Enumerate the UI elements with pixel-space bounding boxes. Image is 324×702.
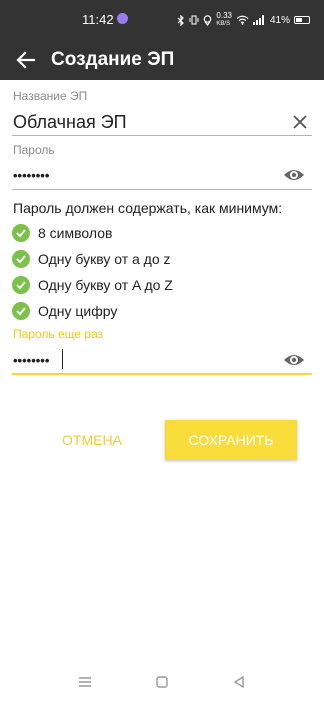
battery-level: 41%	[269, 14, 290, 26]
back-button[interactable]	[14, 48, 38, 72]
eye-icon	[284, 355, 304, 365]
network-speed-unit: KB/S	[216, 21, 231, 27]
home-button[interactable]	[153, 674, 171, 690]
network-speed: 0.33 KB/S	[216, 12, 232, 28]
name-field-label: Название ЭП	[13, 89, 88, 103]
repeat-password-underline	[12, 373, 312, 375]
back-nav-button[interactable]	[230, 674, 248, 690]
status-time: 11:42	[82, 12, 114, 27]
page-title: Создание ЭП	[51, 49, 175, 70]
vibrate-icon	[189, 15, 199, 25]
password-rule-item: Одну букву от a до z	[12, 249, 171, 269]
menu-icon	[79, 677, 91, 687]
toggle-password-visibility-button[interactable]	[283, 167, 305, 183]
cancel-button[interactable]: ОТМЕНА	[52, 420, 132, 460]
check-icon	[12, 224, 30, 242]
system-navigation-bar	[0, 664, 324, 702]
location-icon	[204, 14, 212, 26]
name-field-underline	[12, 135, 312, 136]
check-icon	[12, 250, 30, 268]
password-rule-label: Одну букву от a до z	[38, 251, 171, 267]
square-icon	[156, 676, 168, 688]
status-icons: 0.33 KB/S 41%	[177, 12, 310, 28]
arrow-back-icon	[16, 51, 36, 69]
password-input[interactable]: ••••••••	[13, 168, 49, 183]
password-rule-label: Одну букву от A до Z	[38, 277, 173, 293]
password-field-label: Пароль	[13, 143, 55, 157]
close-icon	[293, 115, 307, 129]
check-icon	[12, 302, 30, 320]
password-field-underline	[12, 189, 312, 190]
toggle-repeat-password-visibility-button[interactable]	[283, 352, 305, 368]
repeat-password-input[interactable]: ••••••••	[13, 353, 49, 368]
password-rule-label: 8 символов	[38, 225, 113, 241]
name-input[interactable]: Облачная ЭП	[13, 112, 127, 133]
text-cursor	[62, 349, 63, 369]
clear-button[interactable]	[291, 113, 309, 131]
bluetooth-icon	[177, 14, 185, 26]
eye-icon	[284, 170, 304, 180]
battery-icon	[294, 16, 310, 24]
status-bar: 11:42 0.33 KB/S 41%	[0, 0, 324, 40]
password-rule-item: Одну букву от A до Z	[12, 275, 173, 295]
app-bar: Создание ЭП	[0, 40, 324, 80]
triangle-back-icon	[233, 675, 244, 689]
password-rule-item: 8 символов	[12, 223, 112, 243]
network-speed-value: 0.33	[216, 11, 232, 20]
password-rules-title: Пароль должен содержать, как минимум:	[13, 200, 283, 216]
repeat-password-label: Пароль еще раз	[13, 327, 104, 341]
app-notification-icon	[117, 13, 128, 24]
signal-icon	[252, 15, 264, 25]
check-icon	[12, 276, 30, 294]
wifi-icon	[236, 15, 249, 25]
save-button[interactable]: СОХРАНИТЬ	[165, 420, 297, 460]
password-rule-label: Одну цифру	[38, 303, 118, 319]
recent-apps-button[interactable]	[76, 674, 94, 690]
password-rule-item: Одну цифру	[12, 301, 117, 321]
